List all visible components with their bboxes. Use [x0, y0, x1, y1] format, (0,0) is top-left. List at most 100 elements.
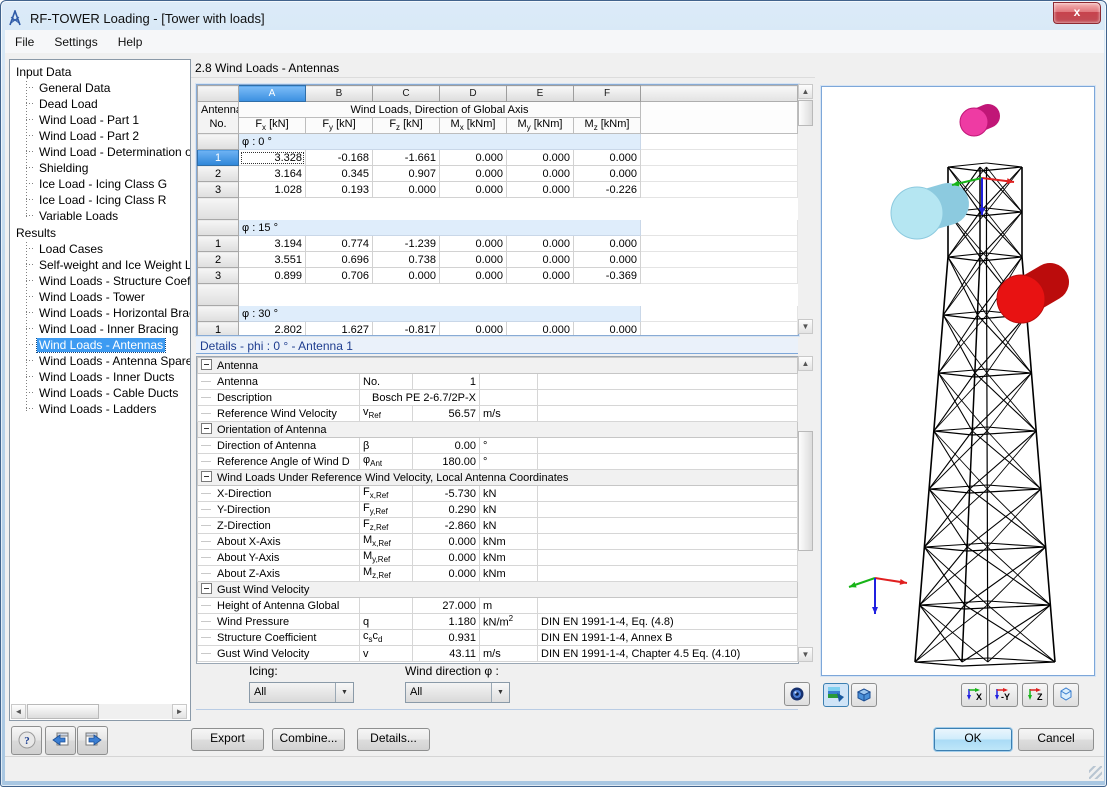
value-cell[interactable]: 3.328	[239, 150, 306, 166]
value-cell[interactable]: 0.000	[440, 150, 507, 166]
value-cell[interactable]: -0.168	[306, 150, 373, 166]
row-number-header[interactable]: 2	[198, 252, 239, 268]
next-table-button[interactable]	[77, 726, 108, 755]
value-cell[interactable]: -0.817	[373, 322, 440, 337]
scroll-down-icon[interactable]: ▼	[798, 319, 813, 334]
scroll-right-icon[interactable]: ►	[172, 704, 187, 719]
scroll-left-icon[interactable]: ◄	[11, 704, 26, 719]
sidebar-item[interactable]: Ice Load - Icing Class R	[24, 193, 190, 209]
value-cell[interactable]: 0.000	[507, 236, 574, 252]
value-cell[interactable]: -1.239	[373, 236, 440, 252]
sidebar-item[interactable]: Dead Load	[24, 97, 190, 113]
sidebar-item[interactable]: Shielding	[24, 161, 190, 177]
value-cell[interactable]: 0.907	[373, 166, 440, 182]
menu-file[interactable]: File	[5, 32, 44, 52]
value-cell[interactable]: -0.369	[574, 268, 641, 284]
value-cell[interactable]: 1.627	[306, 322, 373, 337]
sidebar-item[interactable]: Ice Load - Icing Class G	[24, 177, 190, 193]
scroll-up-icon[interactable]: ▲	[798, 84, 813, 99]
view-minus-y-button[interactable]: -Y	[989, 683, 1018, 707]
details-section-header[interactable]: Gust Wind Velocity	[198, 582, 798, 598]
sidebar-item[interactable]: Wind Load - Determination of G	[24, 145, 190, 161]
tree-section-label[interactable]: Results	[14, 225, 190, 242]
row-number-header[interactable]: 1	[198, 150, 239, 166]
combine-button[interactable]: Combine...	[272, 728, 345, 751]
icing-select[interactable]: All ▼	[249, 682, 354, 703]
menu-settings[interactable]: Settings	[44, 32, 107, 52]
scroll-up-icon[interactable]: ▲	[798, 356, 813, 371]
column-letter-header[interactable]: E	[507, 86, 574, 102]
details-section-header[interactable]: Orientation of Antenna	[198, 422, 798, 438]
view-z-button[interactable]: Z	[1022, 683, 1048, 707]
value-cell[interactable]: 0.193	[306, 182, 373, 198]
value-cell[interactable]: 0.706	[306, 268, 373, 284]
resize-grip[interactable]	[1089, 766, 1102, 779]
sidebar-item[interactable]: Load Cases	[24, 242, 190, 258]
table-vscrollbar[interactable]: ▲ ▼	[798, 84, 813, 334]
value-cell[interactable]: -0.226	[574, 182, 641, 198]
value-cell[interactable]: 0.000	[507, 182, 574, 198]
sidebar-item[interactable]: Wind Load - Inner Bracing	[24, 322, 190, 338]
value-cell[interactable]: 0.000	[440, 252, 507, 268]
value-cell[interactable]: 0.000	[440, 322, 507, 337]
wind-direction-select[interactable]: All ▼	[405, 682, 510, 703]
value-cell[interactable]: 0.000	[373, 268, 440, 284]
view-x-button[interactable]: X	[961, 683, 987, 707]
value-cell[interactable]: 0.774	[306, 236, 373, 252]
isometric-view-button[interactable]	[1053, 683, 1079, 707]
row-number-header[interactable]: 3	[198, 182, 239, 198]
help-button[interactable]: ?	[11, 726, 42, 755]
sidebar-item[interactable]: Wind Loads - Antenna Spare A	[24, 354, 190, 370]
scroll-thumb[interactable]	[798, 431, 813, 551]
sidebar-hscrollbar[interactable]: ◄ ►	[11, 704, 187, 719]
show-in-graphic-button[interactable]	[784, 682, 810, 706]
value-cell[interactable]: 0.000	[440, 236, 507, 252]
sidebar-item[interactable]: Wind Loads - Tower	[24, 290, 190, 306]
value-cell[interactable]: 3.551	[239, 252, 306, 268]
scroll-thumb[interactable]	[27, 704, 99, 719]
scroll-thumb[interactable]	[798, 100, 813, 126]
export-button[interactable]: Export	[191, 728, 264, 751]
value-cell[interactable]: 3.194	[239, 236, 306, 252]
row-number-header[interactable]: 1	[198, 322, 239, 337]
value-cell[interactable]: 2.802	[239, 322, 306, 337]
value-cell[interactable]: 0.345	[306, 166, 373, 182]
collapse-icon[interactable]	[201, 423, 212, 434]
scroll-down-icon[interactable]: ▼	[798, 647, 813, 662]
sidebar-item[interactable]: Wind Loads - Cable Ducts	[24, 386, 190, 402]
sidebar-item[interactable]: Wind Loads - Antennas	[24, 338, 190, 354]
row-number-header[interactable]: 2	[198, 166, 239, 182]
details-section-header[interactable]: Wind Loads Under Reference Wind Velocity…	[198, 470, 798, 486]
column-letter-header[interactable]: B	[306, 86, 373, 102]
row-number-header[interactable]: 1	[198, 236, 239, 252]
table-corner[interactable]	[198, 86, 239, 102]
antenna-cyan[interactable]	[891, 187, 948, 239]
value-cell[interactable]: 0.000	[574, 150, 641, 166]
cancel-button[interactable]: Cancel	[1018, 728, 1094, 751]
antenna-magenta[interactable]	[960, 108, 988, 136]
collapse-icon[interactable]	[201, 471, 212, 482]
value-cell[interactable]: 0.000	[574, 252, 641, 268]
antenna-red[interactable]	[997, 275, 1050, 323]
value-cell[interactable]: 0.000	[574, 166, 641, 182]
value-cell[interactable]: 0.000	[440, 182, 507, 198]
column-letter-header[interactable]: D	[440, 86, 507, 102]
value-cell[interactable]: 1.028	[239, 182, 306, 198]
value-cell[interactable]: 0.000	[373, 182, 440, 198]
sidebar-item[interactable]: Wind Loads - Inner Ducts	[24, 370, 190, 386]
menu-help[interactable]: Help	[108, 32, 153, 52]
details-section-header[interactable]: Antenna	[198, 358, 798, 374]
sidebar-item[interactable]: Variable Loads	[24, 209, 190, 225]
close-button[interactable]: x	[1053, 2, 1101, 24]
previous-table-button[interactable]	[45, 726, 76, 755]
tree-section-label[interactable]: Input Data	[14, 64, 190, 81]
chevron-down-icon[interactable]: ▼	[491, 683, 509, 702]
value-cell[interactable]: 0.000	[507, 322, 574, 337]
value-cell[interactable]: 0.000	[507, 166, 574, 182]
sidebar-item[interactable]: Self-weight and Ice Weight Loa	[24, 258, 190, 274]
collapse-icon[interactable]	[201, 359, 212, 370]
value-cell[interactable]: 0.738	[373, 252, 440, 268]
value-cell[interactable]: 0.696	[306, 252, 373, 268]
value-cell[interactable]: 0.000	[507, 150, 574, 166]
value-cell[interactable]: 0.000	[440, 268, 507, 284]
